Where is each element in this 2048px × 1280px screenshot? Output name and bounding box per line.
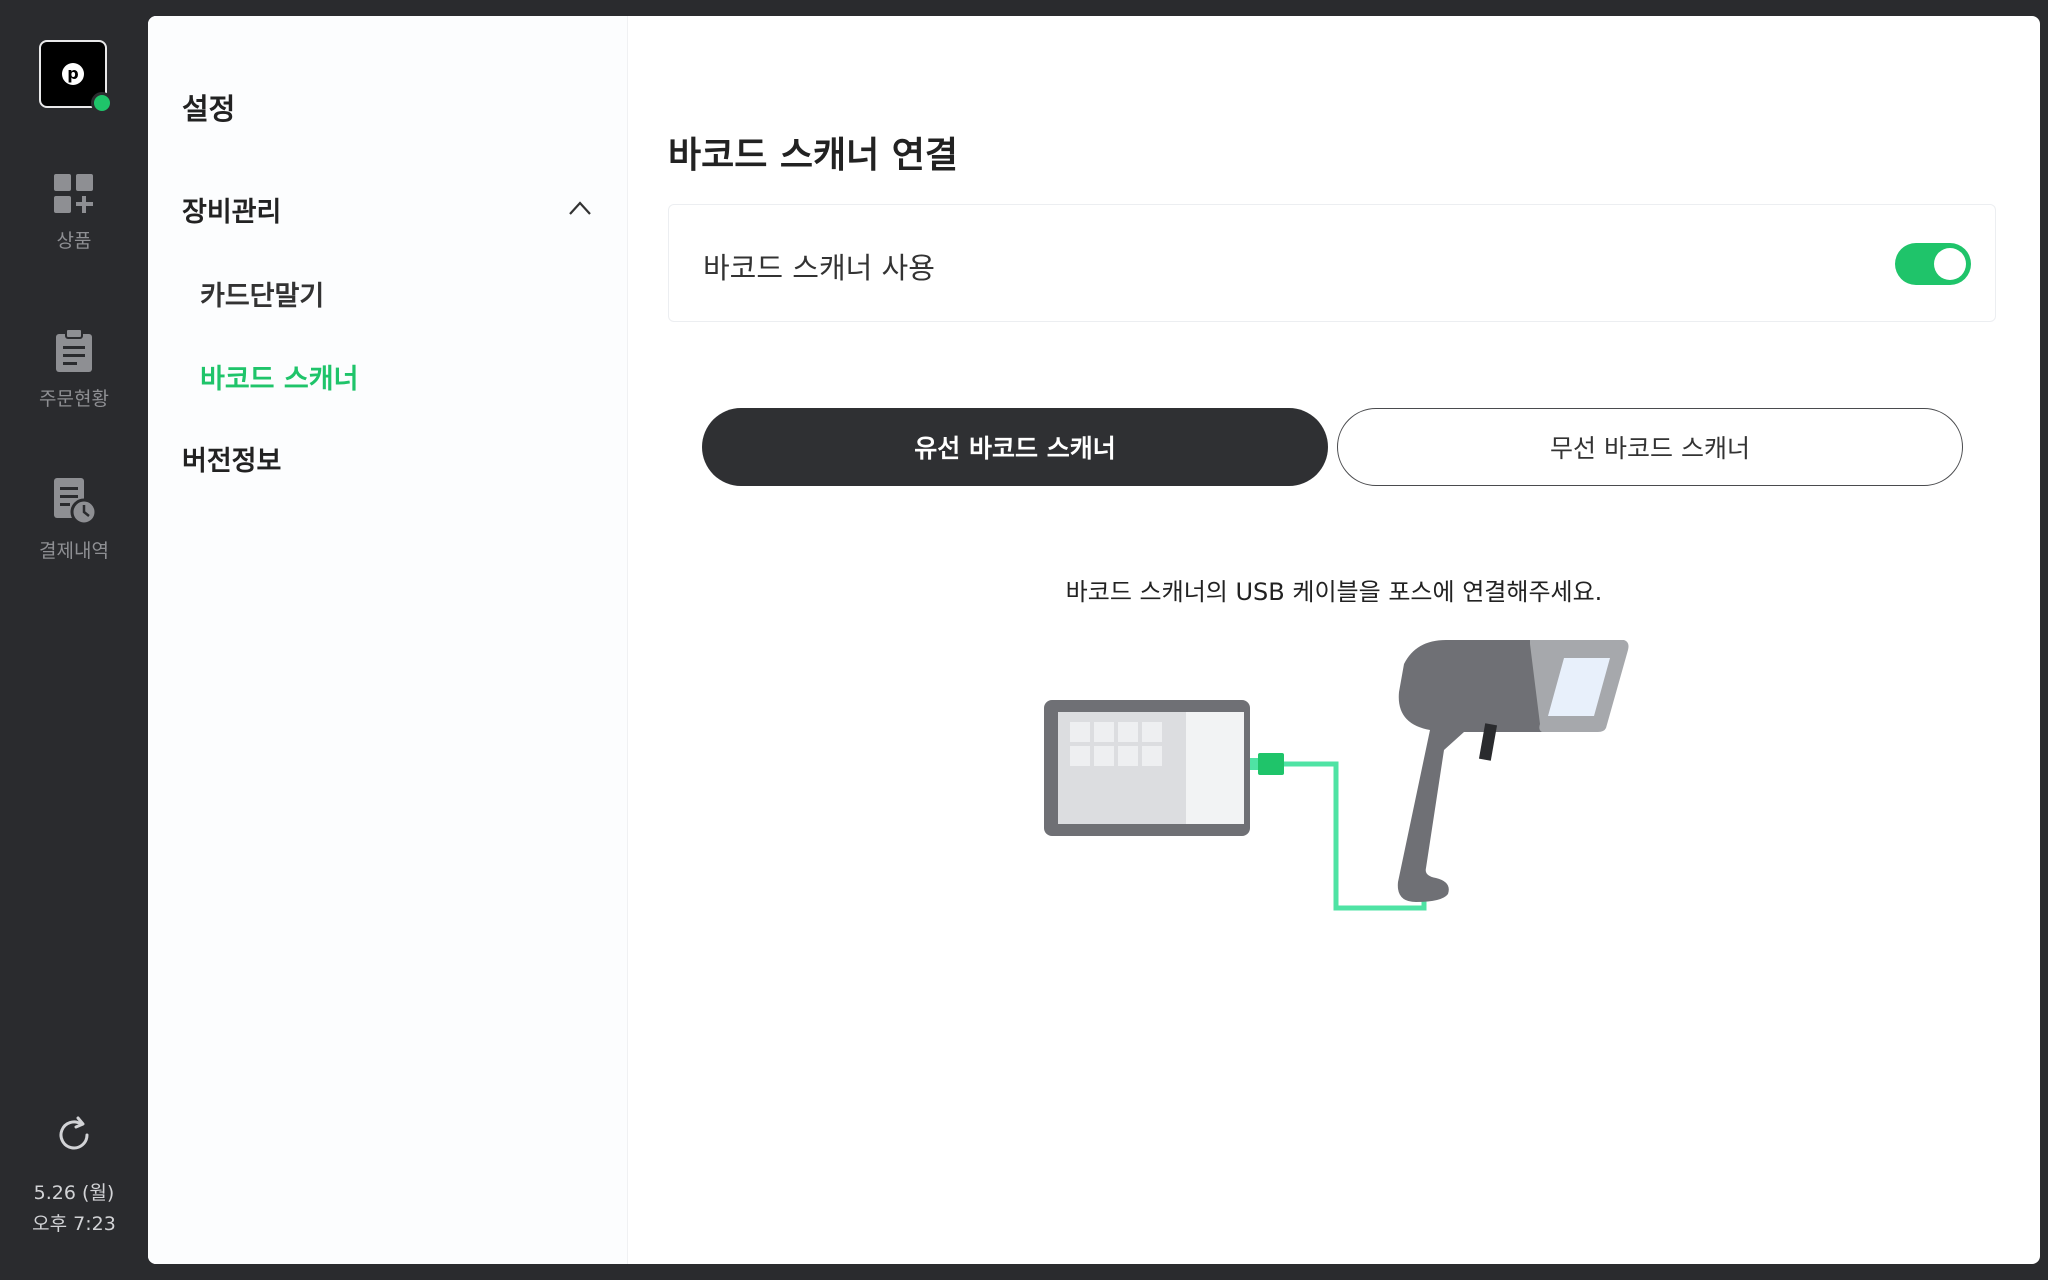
group-device-management[interactable]: 장비관리 [182, 190, 281, 229]
submenu-item-card-terminal[interactable]: 카드단말기 [200, 274, 324, 313]
barcode-scanner-illustration [1397, 640, 1629, 902]
scanner-enable-toggle[interactable] [1895, 243, 1971, 285]
logo-glyph: p [62, 63, 84, 85]
grid-plus-icon [54, 174, 93, 213]
clipboard-icon [56, 328, 92, 372]
submenu-item-barcode-scanner[interactable]: 바코드 스캐너 [200, 357, 358, 396]
toggle-label: 바코드 스캐너 사용 [703, 251, 935, 285]
rail-item-label: 주문현황 [39, 388, 109, 410]
tablet-illustration [1044, 700, 1250, 836]
receipt-clock-icon [54, 478, 98, 526]
left-rail: p 상품 주문현황 결제내역 5.26 (월) 오후 7:23 [0, 0, 148, 1280]
rail-item-products[interactable]: 상품 [0, 172, 148, 253]
submenu-item-version[interactable]: 버전정보 [182, 439, 281, 478]
page-title: 바코드 스캐너 연결 [668, 135, 959, 176]
datetime-display: 5.26 (월) 오후 7:23 [0, 1178, 148, 1240]
toggle-card: 바코드 스캐너 사용 [668, 204, 1996, 322]
toggle-knob [1934, 248, 1966, 280]
submenu-title: 설정 [182, 92, 236, 126]
rail-item-payments[interactable]: 결제내역 [0, 476, 148, 563]
rail-item-label: 상품 [56, 230, 92, 252]
chevron-up-icon[interactable] [568, 200, 592, 216]
tab-wired-scanner[interactable]: 유선 바코드 스캐너 [702, 408, 1328, 486]
instruction-text: 바코드 스캐너의 USB 케이블을 포스에 연결해주세요. [1065, 578, 1603, 606]
date-text: 5.26 (월) [33, 1182, 115, 1204]
time-text: 오후 7:23 [32, 1213, 116, 1235]
tab-wireless-scanner[interactable]: 무선 바코드 스캐너 [1337, 408, 1963, 486]
rail-item-label: 결제내역 [39, 540, 109, 562]
online-status-dot [91, 92, 113, 114]
settings-submenu: 설정 장비관리 카드단말기 바코드 스캐너 버전정보 [148, 16, 628, 1264]
usb-connection-illustration [1044, 640, 1629, 911]
refresh-icon[interactable] [53, 1114, 95, 1156]
rail-item-orders[interactable]: 주문현황 [0, 328, 148, 411]
